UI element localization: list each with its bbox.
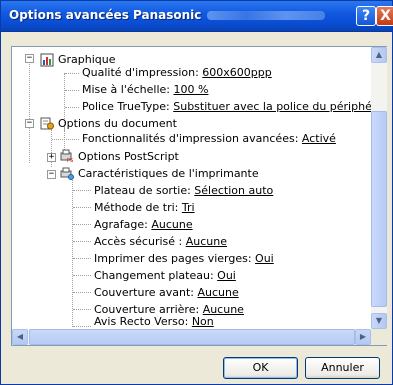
close-button[interactable]: X (376, 6, 393, 26)
collapse-graphique-toggle[interactable]: − (25, 54, 34, 63)
tree-line (73, 207, 91, 208)
setting-sort-method[interactable]: Méthode de tri: Tri (94, 199, 195, 216)
setting-duplex-notice[interactable]: Avis Recto Verso: Non (94, 313, 214, 329)
ok-button[interactable]: OK (223, 357, 298, 379)
document-options-icon (40, 117, 54, 130)
tree-line (73, 224, 91, 225)
scroll-left-arrow-icon[interactable]: ◀ (12, 329, 28, 345)
tree-node-printer-features[interactable]: Caractéristiques de l'imprimante (78, 165, 259, 182)
horizontal-scroll-thumb[interactable] (29, 329, 355, 345)
help-button[interactable]: ? (356, 6, 376, 26)
tree-line (72, 180, 73, 327)
tree-line (52, 139, 79, 140)
setting-tray-change[interactable]: Changement plateau: Oui (94, 267, 236, 284)
vertical-scrollbar[interactable]: ▲ ▼ (371, 47, 387, 329)
tree-line (65, 90, 79, 91)
blurred-printer-name (207, 11, 326, 20)
svg-text:PS: PS (67, 158, 73, 163)
setting-front-cover[interactable]: Couverture avant: Aucune (94, 284, 239, 301)
horizontal-scrollbar[interactable]: ◀ ▶ (12, 329, 371, 345)
tree-line (73, 241, 91, 242)
tree-line (73, 190, 91, 191)
tree-node-postscript[interactable]: Options PostScript (78, 148, 179, 165)
scroll-down-arrow-icon[interactable]: ▼ (371, 313, 387, 329)
tree-line (73, 258, 91, 259)
dialog-window: Options avancées Panasonic ? X − Graphiq… (0, 0, 393, 385)
setting-print-quality[interactable]: Qualité d'impression: 600x600ppp (82, 64, 272, 81)
tree-line (65, 107, 79, 108)
options-tree-panel: − Graphique Qualité d'impression: 600x60… (11, 46, 387, 346)
cancel-button[interactable]: Annuler (305, 357, 380, 379)
collapse-printer-features-toggle[interactable]: − (47, 170, 56, 179)
setting-scaling[interactable]: Mise à l'échelle: 100 % (82, 81, 208, 98)
scroll-up-arrow-icon[interactable]: ▲ (371, 47, 387, 63)
setting-blank-pages[interactable]: Imprimer des pages vierges: Oui (94, 250, 274, 267)
tree-line (73, 292, 91, 293)
graphics-icon (40, 53, 54, 67)
printer-features-icon (60, 167, 74, 180)
scroll-right-arrow-icon[interactable]: ▶ (355, 329, 371, 345)
postscript-icon: PS (60, 149, 73, 163)
setting-stapling[interactable]: Agrafage: Aucune (94, 216, 193, 233)
expand-postscript-toggle[interactable]: + (47, 153, 56, 162)
setting-advanced-printing[interactable]: Fonctionnalités d'impression avancées: A… (82, 130, 336, 147)
setting-secure-access[interactable]: Accès sécurisé : Aucune (94, 233, 227, 250)
vertical-scroll-thumb[interactable] (371, 111, 387, 307)
setting-output-tray[interactable]: Plateau de sortie: Sélection auto (94, 182, 273, 199)
tree-line (73, 326, 91, 327)
title-bar[interactable]: Options avancées Panasonic ? X (1, 1, 393, 32)
tree-line (73, 275, 91, 276)
scrollbar-corner (371, 329, 387, 345)
tree-line (65, 73, 79, 74)
window-title: Options avancées Panasonic (9, 8, 326, 22)
collapse-document-toggle[interactable]: − (25, 119, 34, 128)
options-tree: − Graphique Qualité d'impression: 600x60… (12, 47, 371, 329)
tree-line (29, 64, 30, 163)
tree-line (73, 309, 91, 310)
setting-truetype-font[interactable]: Police TrueType: Substituer avec la poli… (82, 98, 371, 115)
